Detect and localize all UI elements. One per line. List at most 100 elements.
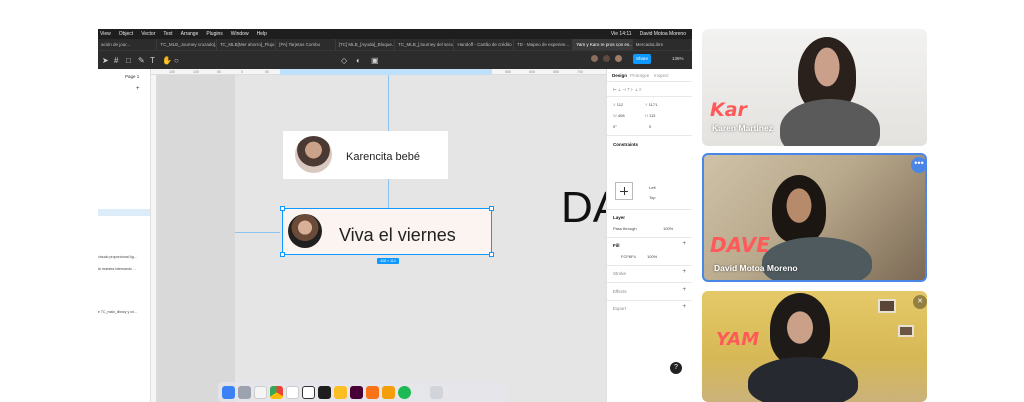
layer-row-selected[interactable] bbox=[98, 209, 150, 216]
add-export-icon[interactable]: + bbox=[682, 304, 686, 310]
file-tab[interactable]: TC_MLB[Mer ahorro]_Flujo... bbox=[217, 39, 277, 50]
pen-tool-icon[interactable]: ✎ bbox=[138, 56, 145, 65]
comment-tool-icon[interactable]: ○ bbox=[174, 56, 179, 65]
file-tab[interactable]: TC_MLB_[Journey del secu... bbox=[395, 39, 455, 50]
menu-item[interactable]: Plugins bbox=[206, 31, 222, 37]
layer-opacity-field[interactable]: 100% bbox=[663, 226, 673, 231]
page-selector[interactable]: Page 1 bbox=[125, 74, 139, 79]
frame-tool-icon[interactable]: # bbox=[114, 56, 118, 65]
sketch-icon[interactable] bbox=[334, 385, 347, 399]
notion-icon[interactable] bbox=[302, 385, 315, 399]
participant-video-tile-active[interactable]: DAVE David Motoa Moreno bbox=[702, 153, 927, 282]
menu-item[interactable]: Window bbox=[231, 31, 249, 37]
tab-design[interactable]: Design bbox=[612, 73, 627, 78]
divider bbox=[607, 282, 692, 283]
component-icon[interactable]: ◇ bbox=[341, 56, 347, 65]
boolean-icon[interactable]: ▣ bbox=[371, 56, 379, 65]
w-field[interactable]: 408 bbox=[618, 113, 625, 118]
profile-card-selected[interactable]: Viva el viernes bbox=[280, 206, 494, 257]
participant-video-tile[interactable]: YAM bbox=[702, 291, 927, 402]
constraint-vertical-select[interactable]: Top bbox=[649, 195, 655, 200]
profile-card[interactable]: Karencita bebé bbox=[283, 131, 448, 179]
collaborator-avatar[interactable] bbox=[590, 54, 599, 63]
zoom-level[interactable]: 136% bbox=[672, 56, 684, 61]
collaborator-avatar[interactable] bbox=[602, 54, 611, 63]
spotify-icon[interactable] bbox=[398, 385, 411, 399]
menu-item[interactable]: View bbox=[100, 31, 111, 37]
mac-menubar: View Object Vector Text Arrange Plugins … bbox=[98, 29, 692, 39]
move-tool-icon[interactable]: ➤ bbox=[102, 56, 109, 65]
constraints-widget[interactable] bbox=[615, 182, 633, 200]
profile-photo bbox=[295, 136, 332, 173]
ruler-tick: 50 bbox=[217, 70, 221, 74]
participant-video bbox=[748, 357, 858, 402]
share-button[interactable]: Share bbox=[633, 54, 651, 64]
ruler-tick: 550 bbox=[505, 70, 511, 74]
menu-item[interactable]: Help bbox=[257, 31, 267, 37]
layer-row[interactable]: la muestra internando ... bbox=[98, 266, 150, 273]
resize-handle[interactable] bbox=[489, 252, 494, 257]
add-page-icon[interactable]: + bbox=[136, 86, 140, 92]
chrome-icon[interactable] bbox=[270, 385, 283, 399]
more-horizontal-icon[interactable]: ••• bbox=[911, 157, 927, 173]
radius-field[interactable]: 0 bbox=[649, 124, 651, 129]
export-title: Export bbox=[613, 306, 627, 311]
mic-off-icon: ✕ bbox=[913, 295, 927, 309]
mask-icon[interactable]: ◐ bbox=[356, 56, 361, 65]
participant-video-tile[interactable]: Kar Karen Martinez bbox=[702, 29, 927, 146]
align-icons[interactable]: ⊢ ⊥ ⊣ ⊤ ⊦ ⊥ ≡ bbox=[613, 87, 642, 92]
tab-prototype[interactable]: Prototype bbox=[630, 73, 649, 78]
file-tab[interactable]: [PA] Tarjetas Combo bbox=[276, 39, 336, 50]
app-icon[interactable] bbox=[366, 385, 379, 399]
file-tab[interactable]: [TC] MLB_[Ayuda]_Bloque... bbox=[336, 39, 396, 50]
menu-item[interactable]: Object bbox=[119, 31, 133, 37]
help-button[interactable]: ? bbox=[670, 362, 682, 374]
app-icon[interactable] bbox=[414, 385, 427, 399]
constraint-horizontal-select[interactable]: Left bbox=[649, 185, 656, 190]
blend-mode-select[interactable]: Pass through bbox=[613, 226, 637, 231]
ruler-tick: 700 bbox=[577, 70, 583, 74]
file-tab[interactable]: TC_MLB_Journey cruzado]... bbox=[157, 39, 217, 50]
x-field[interactable]: 112 bbox=[617, 102, 623, 107]
figma-icon[interactable] bbox=[318, 385, 331, 399]
collaborator-avatar[interactable] bbox=[614, 54, 623, 63]
file-tab-active[interactable]: Yam y Karo re pros con es... bbox=[573, 39, 633, 50]
trash-icon[interactable] bbox=[430, 385, 443, 399]
resize-handle[interactable] bbox=[489, 206, 494, 211]
tab-inspect[interactable]: Inspect bbox=[654, 73, 669, 78]
y-field[interactable]: 1171 bbox=[649, 102, 658, 107]
menu-item[interactable]: Arrange bbox=[181, 31, 199, 37]
text-tool-icon[interactable]: T bbox=[150, 56, 155, 65]
layer-row[interactable]: e TC_main_library y cri... bbox=[98, 309, 150, 316]
fill-hex-field[interactable]: FCF6F4 bbox=[621, 254, 636, 259]
divider bbox=[607, 81, 692, 82]
shape-tool-icon[interactable]: □ bbox=[126, 56, 131, 65]
app-icon[interactable] bbox=[382, 385, 395, 399]
resize-handle[interactable] bbox=[280, 252, 285, 257]
add-fill-icon[interactable]: + bbox=[682, 241, 686, 247]
menu-item[interactable]: Text bbox=[163, 31, 172, 37]
resize-handle[interactable] bbox=[280, 206, 285, 211]
adobe-xd-icon[interactable] bbox=[350, 385, 363, 399]
file-tab[interactable]: Handoff - Cartão de crédito bbox=[454, 39, 514, 50]
rotation-field[interactable]: 0° bbox=[613, 124, 617, 129]
add-effect-icon[interactable]: + bbox=[682, 287, 686, 293]
ruler-tick: 150 bbox=[169, 70, 175, 74]
launchpad-icon[interactable] bbox=[238, 385, 251, 399]
shared-screen: View Object Vector Text Arrange Plugins … bbox=[98, 29, 692, 402]
hand-tool-icon[interactable]: ✋ bbox=[162, 56, 172, 65]
file-tab[interactable]: TD - Mapeo de experien... bbox=[514, 39, 574, 50]
participant-video bbox=[770, 293, 830, 365]
h-label: H bbox=[645, 113, 648, 118]
fill-opacity-field[interactable]: 100% bbox=[647, 254, 657, 259]
h-field[interactable]: 113 bbox=[649, 113, 655, 118]
file-tab[interactable]: MercadoLibre bbox=[633, 39, 692, 50]
calendar-icon[interactable] bbox=[254, 385, 267, 399]
slack-icon[interactable] bbox=[286, 385, 299, 399]
w-label: W bbox=[613, 113, 617, 118]
file-tab[interactable]: ación de jour... bbox=[98, 39, 158, 50]
menu-item[interactable]: Vector bbox=[141, 31, 155, 37]
add-stroke-icon[interactable]: + bbox=[682, 269, 686, 275]
layer-row[interactable]: ctnudo proporcional Ag... bbox=[98, 254, 150, 261]
finder-icon[interactable] bbox=[222, 385, 235, 399]
